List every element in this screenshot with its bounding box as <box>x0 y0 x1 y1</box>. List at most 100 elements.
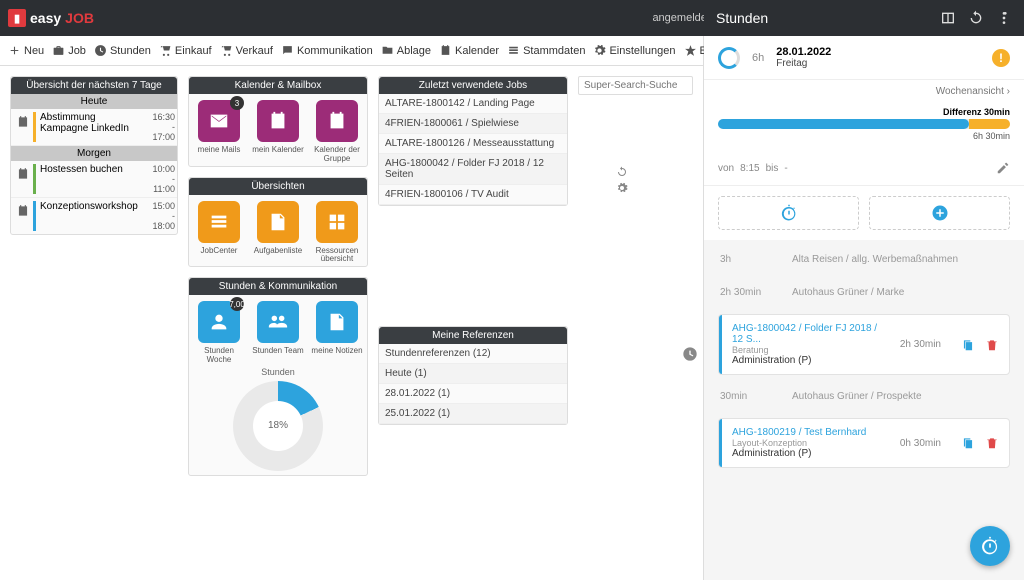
mailbox-title: Kalender & Mailbox <box>189 77 367 94</box>
reference-item[interactable]: 28.01.2022 (1) <box>379 384 567 404</box>
edit-time-icon[interactable] <box>996 161 1010 175</box>
tool-stunden[interactable]: Stunden <box>94 44 151 57</box>
panel-more-icon[interactable] <box>996 10 1012 26</box>
tool-label: Einstellungen <box>609 45 675 57</box>
tile-meine-mails[interactable]: 3 meine Mails <box>193 100 245 164</box>
group-duration: 30min <box>720 391 780 402</box>
tool-kalender[interactable]: Kalender <box>439 44 499 57</box>
tool-einstellungen[interactable]: Einstellungen <box>593 44 675 57</box>
chat-icon <box>281 44 294 57</box>
tool-job[interactable]: Job <box>52 44 86 57</box>
tool-label: Neu <box>24 45 44 57</box>
super-search-input[interactable] <box>578 76 693 95</box>
timer-fab[interactable] <box>970 526 1010 566</box>
recent-job-item[interactable]: 4FRIEN-1800106 / TV Audit <box>379 185 567 205</box>
tile-stunden-team[interactable]: Stunden Team <box>252 301 304 365</box>
recent-job-item[interactable]: AHG-1800042 / Folder FJ 2018 / 12 Seiten <box>379 154 567 185</box>
panel-refresh-icon[interactable] <box>968 10 984 26</box>
settings-small-icon[interactable] <box>616 182 628 194</box>
folder-icon <box>381 44 394 57</box>
tile-label: Ressourcen übersicht <box>311 247 363 265</box>
reference-item[interactable]: 25.01.2022 (1) <box>379 404 567 424</box>
recent-job-item[interactable]: ALTARE-1800126 / Messeausstattung <box>379 134 567 154</box>
to-time: - <box>784 163 787 174</box>
tool-verkauf[interactable]: Verkauf <box>220 44 273 57</box>
tool-einkauf[interactable]: Einkauf <box>159 44 212 57</box>
mailbox-card: Kalender & Mailbox 3 meine Mails mein Ka… <box>188 76 368 167</box>
tile-mein-kalender[interactable]: mein Kalender <box>252 100 304 164</box>
calendar-icon <box>439 44 452 57</box>
calendar-icon <box>13 164 33 184</box>
tool-kommunikation[interactable]: Kommunikation <box>281 44 373 57</box>
tile-jobcenter[interactable]: JobCenter <box>193 201 245 265</box>
agenda-item-time: 16:30-17:00 <box>141 112 175 142</box>
tile-kalender-der-gruppe[interactable]: Kalender der Gruppe <box>311 100 363 164</box>
person-icon: 7,00 <box>198 301 240 343</box>
agenda-item[interactable]: Hostessen buchen 10:00-11:00 <box>11 161 177 198</box>
recent-job-item[interactable]: 4FRIEN-1800061 / Spielwiese <box>379 114 567 134</box>
cart-icon <box>159 44 172 57</box>
star-icon <box>684 44 697 57</box>
recent-job-item[interactable]: ALTARE-1800142 / Landing Page <box>379 94 567 114</box>
add-entry-button[interactable] <box>869 196 1010 230</box>
copy-icon[interactable] <box>961 436 975 450</box>
tile-label: mein Kalender <box>252 146 304 155</box>
briefcase-icon <box>52 44 65 57</box>
tile-label: Aufgabenliste <box>254 247 302 256</box>
delete-icon[interactable] <box>985 338 999 352</box>
agenda-title: Übersicht der nächsten 7 Tage <box>11 77 177 94</box>
entry-duration: 2h 30min <box>890 339 951 350</box>
tile-aufgabenliste[interactable]: Aufgabenliste <box>252 201 304 265</box>
time-entry[interactable]: AHG-1800042 / Folder FJ 2018 / 12 S... B… <box>718 314 1010 375</box>
donut-value: 18% <box>233 381 323 471</box>
tool-label: Einkauf <box>175 45 212 57</box>
day-bar: 6h 28.01.2022 Freitag ! <box>704 36 1024 80</box>
group-duration: 3h <box>720 254 780 265</box>
to-label: bis <box>766 163 779 174</box>
calendar-icon <box>13 112 33 132</box>
plus-icon <box>8 44 21 57</box>
tool-neu[interactable]: Neu <box>8 44 44 57</box>
panel-layout-icon[interactable] <box>940 10 956 26</box>
tool-label: Kalender <box>455 45 499 57</box>
search-side-icons <box>616 166 628 194</box>
tool-label: Stammdaten <box>523 45 585 57</box>
note-icon <box>316 301 358 343</box>
grid-icon <box>316 201 358 243</box>
time-entry[interactable]: AHG-1800219 / Test Bernhard Layout-Konze… <box>718 418 1010 468</box>
agenda-item[interactable]: Konzeptionsworkshop 15:00-18:00 <box>11 198 177 234</box>
copy-icon[interactable] <box>961 338 975 352</box>
list-icon <box>507 44 520 57</box>
tile-stunden-woche[interactable]: 7,00 Stunden Woche <box>193 301 245 365</box>
add-timer-button[interactable] <box>718 196 859 230</box>
agenda-card: Übersicht der nächsten 7 Tage Heute Abst… <box>10 76 178 235</box>
hours-donut: 18% <box>233 381 323 471</box>
entry-admin: Administration (P) <box>732 448 880 459</box>
delete-icon[interactable] <box>985 436 999 450</box>
gear-icon <box>593 44 606 57</box>
reference-item[interactable]: Heute (1) <box>379 364 567 384</box>
recent-jobs-title: Zuletzt verwendete Jobs <box>379 77 567 94</box>
day-name: Freitag <box>776 58 831 69</box>
tool-stammdaten[interactable]: Stammdaten <box>507 44 585 57</box>
agenda-item-title: Konzeptionsworkshop <box>40 201 141 212</box>
tile-meine-notizen[interactable]: meine Notizen <box>311 301 363 365</box>
tile-badge: 3 <box>230 96 244 110</box>
week-view-link[interactable]: Wochenansicht › <box>704 80 1024 103</box>
warning-icon[interactable]: ! <box>992 49 1010 67</box>
entry-job: AHG-1800042 / Folder FJ 2018 / 12 S... <box>732 323 880 345</box>
agenda-color-bar <box>33 112 36 142</box>
day-date: 28.01.2022 <box>776 46 831 58</box>
tile-ressourcen-übersicht[interactable]: Ressourcen übersicht <box>311 201 363 265</box>
panel-title: Stunden <box>716 10 940 26</box>
agenda-color-bar <box>33 164 36 194</box>
tool-ablage[interactable]: Ablage <box>381 44 431 57</box>
cal1-icon <box>257 100 299 142</box>
clock-side-icon[interactable] <box>682 346 698 367</box>
refresh-small-icon[interactable] <box>616 166 628 178</box>
from-label: von <box>718 163 734 174</box>
reference-item[interactable]: Stundenreferenzen (12) <box>379 344 567 364</box>
tool-label: Verkauf <box>236 45 273 57</box>
references-card: Meine Referenzen Stundenreferenzen (12)H… <box>378 326 568 425</box>
agenda-item[interactable]: Abstimmung Kampagne LinkedIn 16:30-17:00 <box>11 109 177 146</box>
